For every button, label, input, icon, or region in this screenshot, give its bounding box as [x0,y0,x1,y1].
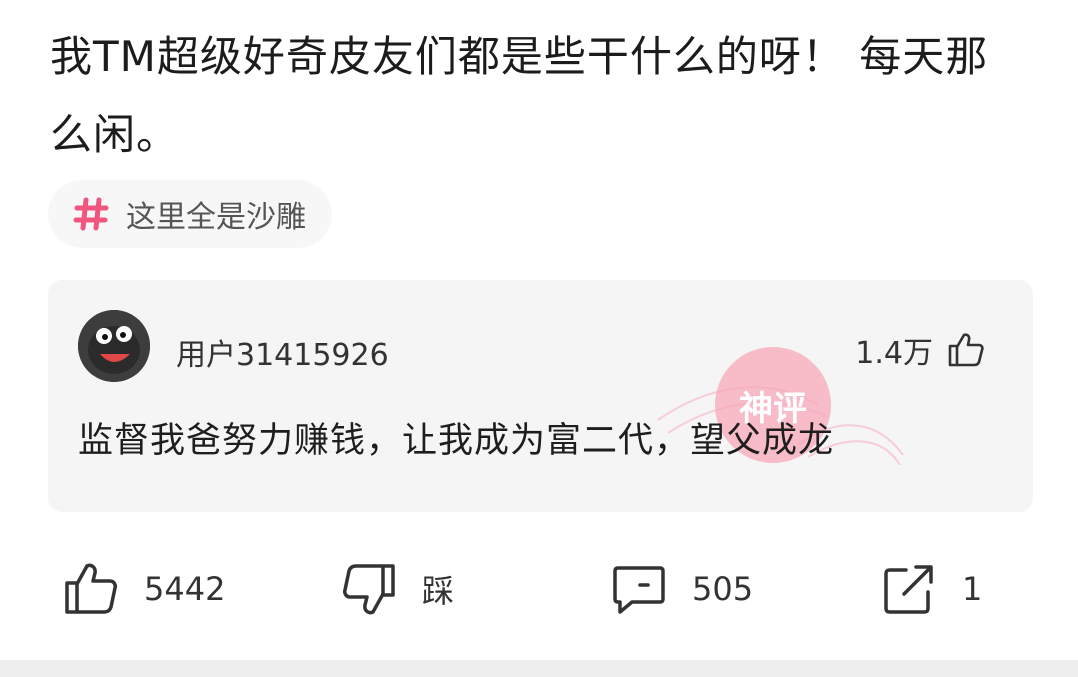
bottom-divider [0,660,1078,677]
comment-count: 505 [692,570,754,608]
hashtag-icon [73,197,109,231]
comment-bubble-icon [613,566,665,614]
action-bar: 5442 踩 505 1 [0,550,1078,630]
like-count: 5442 [144,570,226,608]
avatar[interactable] [78,310,150,382]
dislike-button[interactable]: 踩 [340,560,454,618]
comment-button[interactable]: 505 [610,560,753,618]
topic-tag-label: 这里全是沙雕 [126,200,306,235]
dislike-label: 踩 [422,572,455,610]
like-button[interactable]: 5442 [62,560,225,618]
comment-like-count: 1.4万 [855,336,933,371]
post-text: 我TM超级好奇皮友们都是些干什么的呀！ 每天那么闲。 [50,32,989,159]
share-button[interactable]: 1 [880,560,982,618]
thumbs-down-icon [343,564,395,615]
thumbs-up-icon [948,333,984,367]
share-icon [884,565,933,614]
share-count: 1 [962,570,983,608]
comment-text: 监督我爸努力赚钱，让我成为富二代，望父成龙 [78,421,835,461]
god-comment-card[interactable]: 神评 用户31415926 1.4万 监督我爸努力赚钱，让我成为富二代，望父成龙 [48,280,1033,512]
thumbs-up-icon [65,563,117,614]
topic-tag[interactable]: 这里全是沙雕 [48,180,332,248]
comment-username[interactable]: 用户31415926 [176,330,389,374]
comment-like-button[interactable]: 1.4万 [855,328,985,372]
